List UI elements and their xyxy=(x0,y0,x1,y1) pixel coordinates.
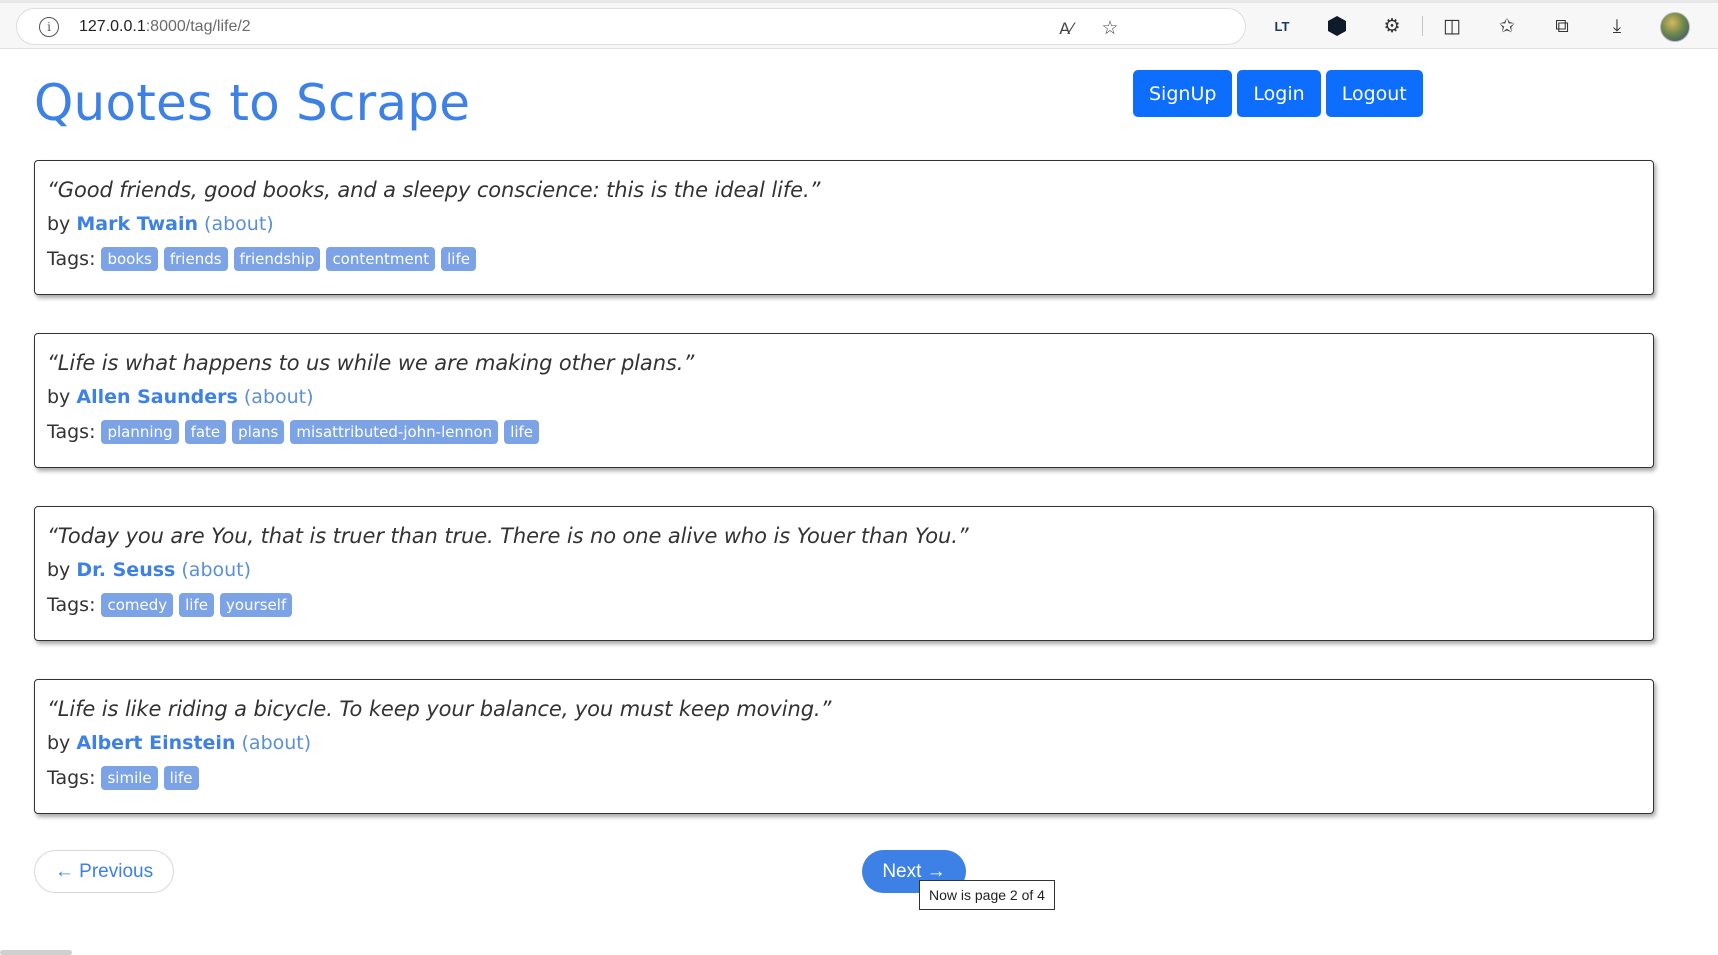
pagination: ← Previous Next → xyxy=(34,850,1654,894)
tag-link[interactable]: friends xyxy=(163,247,228,271)
read-aloud-icon[interactable]: A⁄ xyxy=(1055,17,1077,39)
auth-buttons: SignUp Login Logout xyxy=(1133,70,1423,117)
quote-card: “Life is like riding a bicycle. To keep … xyxy=(34,679,1654,814)
quote-text: “Good friends, good books, and a sleepy … xyxy=(47,178,821,202)
quote-tags: Tags: comedy life yourself xyxy=(47,593,1641,617)
logout-button[interactable]: Logout xyxy=(1325,70,1423,117)
site-header: Quotes to Scrape SignUp Login Logout xyxy=(34,70,1423,140)
quote-card: “Life is what happens to us while we are… xyxy=(34,333,1654,468)
quote-author-line: by Dr. Seuss (about) xyxy=(47,558,1641,582)
tab-strip xyxy=(0,0,1718,3)
quote-tags: Tags: simile life xyxy=(47,766,1641,790)
tag-link[interactable]: life xyxy=(441,247,476,271)
profile-avatar[interactable] xyxy=(1660,12,1690,42)
favorites-icon[interactable]: ✩ xyxy=(1495,14,1519,38)
tag-link[interactable]: books xyxy=(101,247,158,271)
extension-hex-icon[interactable] xyxy=(1325,14,1349,38)
quote-author-line: by Mark Twain (about) xyxy=(47,212,1641,236)
about-link[interactable]: (about) xyxy=(181,559,251,581)
tag-link[interactable]: yourself xyxy=(220,593,293,617)
quote-list: “Good friends, good books, and a sleepy … xyxy=(34,160,1654,852)
about-link[interactable]: (about) xyxy=(242,732,312,754)
quote-card: “Today you are You, that is truer than t… xyxy=(34,506,1654,641)
favorite-star-icon[interactable]: ☆ xyxy=(1099,17,1121,39)
by-label: by xyxy=(47,213,71,235)
by-label: by xyxy=(47,386,71,408)
toolbar-divider xyxy=(1422,16,1423,36)
page-tooltip: Now is page 2 of 4 xyxy=(919,880,1055,910)
quote-author-line: by Allen Saunders (about) xyxy=(47,385,1641,409)
tag-link[interactable]: life xyxy=(179,593,214,617)
author-name: Allen Saunders xyxy=(76,386,238,408)
tag-link[interactable]: planning xyxy=(101,420,179,444)
author-name: Albert Einstein xyxy=(76,732,236,754)
tags-label: Tags: xyxy=(47,421,96,443)
by-label: by xyxy=(47,732,71,754)
tags-label: Tags: xyxy=(47,767,96,789)
quote-text: “Today you are You, that is truer than t… xyxy=(47,524,969,548)
collections-icon[interactable]: ⧉ xyxy=(1550,14,1574,38)
info-icon[interactable]: i xyxy=(39,16,59,37)
tag-link[interactable]: life xyxy=(504,420,540,444)
download-icon[interactable]: ⤓ xyxy=(1605,14,1629,38)
split-screen-icon[interactable]: ◫ xyxy=(1440,14,1464,38)
signup-button[interactable]: SignUp xyxy=(1133,70,1233,117)
tag-link[interactable]: friendship xyxy=(233,247,321,271)
extensions-puzzle-icon[interactable]: ⚙ xyxy=(1380,14,1404,38)
quote-author-line: by Albert Einstein (about) xyxy=(47,731,1641,755)
tag-link[interactable]: life xyxy=(163,766,199,790)
login-button[interactable]: Login xyxy=(1237,70,1321,117)
languagetool-icon[interactable]: LT xyxy=(1270,14,1294,38)
tag-link[interactable]: contentment xyxy=(326,247,436,271)
tag-link[interactable]: plans xyxy=(232,420,285,444)
about-link[interactable]: (about) xyxy=(244,386,314,408)
scrollbar-thumb[interactable] xyxy=(0,950,72,955)
quote-card: “Good friends, good books, and a sleepy … xyxy=(34,160,1654,295)
tag-link[interactable]: fate xyxy=(184,420,227,444)
url-path: :8000/tag/life/2 xyxy=(145,17,251,35)
browser-toolbar: i 127.0.0.1:8000/tag/life/2 A⁄ ☆ LT ⚙ ◫ … xyxy=(0,0,1718,49)
quote-tags: Tags: books friends friendship contentme… xyxy=(47,247,1641,271)
quote-tags: Tags: planning fate plans misattributed-… xyxy=(47,420,1641,444)
about-link[interactable]: (about) xyxy=(204,213,274,235)
address-bar[interactable]: i 127.0.0.1:8000/tag/life/2 A⁄ ☆ xyxy=(16,8,1246,45)
url-host: 127.0.0.1 xyxy=(79,17,146,35)
tag-link[interactable]: simile xyxy=(101,766,158,790)
quote-text: “Life is what happens to us while we are… xyxy=(47,351,695,375)
by-label: by xyxy=(47,559,71,581)
url-text[interactable]: 127.0.0.1:8000/tag/life/2 xyxy=(79,18,251,36)
quote-text: “Life is like riding a bicycle. To keep … xyxy=(47,697,832,721)
previous-page-button[interactable]: ← Previous xyxy=(34,850,174,893)
tags-label: Tags: xyxy=(47,248,96,270)
tag-link[interactable]: misattributed-john-lennon xyxy=(290,420,499,444)
tag-link[interactable]: comedy xyxy=(101,593,174,617)
site-title[interactable]: Quotes to Scrape xyxy=(34,74,470,132)
author-name: Dr. Seuss xyxy=(76,559,176,581)
author-name: Mark Twain xyxy=(76,213,198,235)
tags-label: Tags: xyxy=(47,594,96,616)
